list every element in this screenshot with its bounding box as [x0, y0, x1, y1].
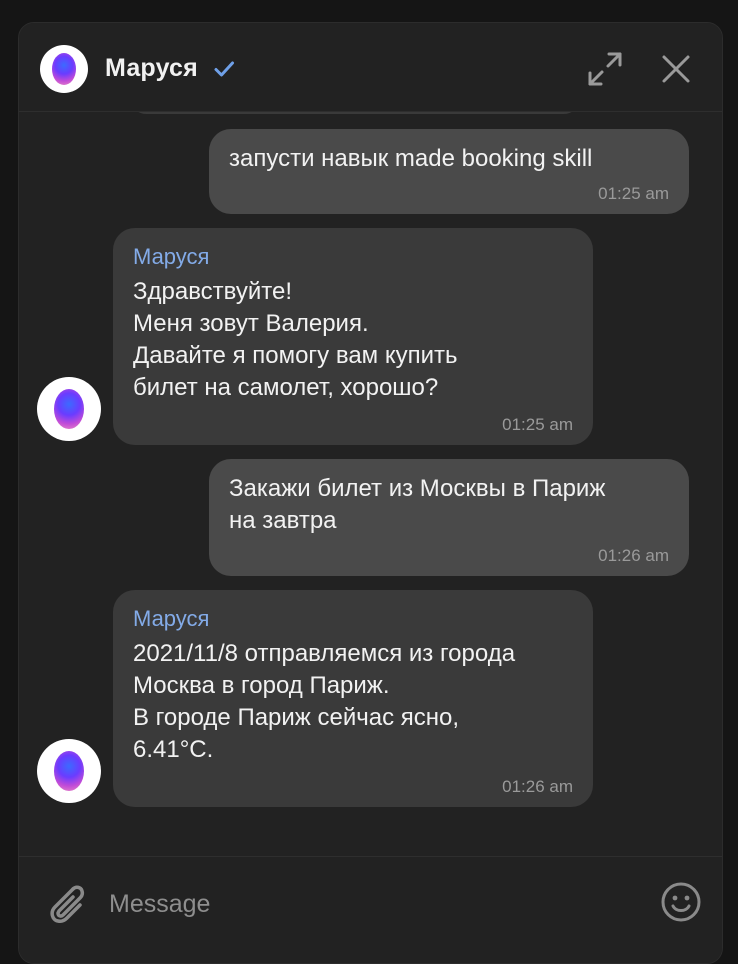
message-time: 01:26 am — [502, 777, 573, 796]
outgoing-message[interactable]: Закажи билет из Москвы в Париж на завтра… — [209, 459, 689, 576]
message-text: 6.41°C. — [133, 736, 214, 763]
message-text: 2021/11/8 отправляемся из города — [133, 640, 516, 667]
chat-title: Маруся — [105, 54, 198, 82]
sender-name: Маруся — [133, 244, 210, 269]
message-time: 01:26 am — [598, 546, 669, 565]
message-text: В городе Париж сейчас ясно, — [133, 704, 460, 731]
previous-message-edge — [131, 112, 579, 114]
close-icon[interactable] — [656, 49, 696, 89]
message-composer — [19, 856, 722, 963]
message-text: билет на самолет, хорошо? — [133, 374, 439, 401]
message-text: Меня зовут Валерия. — [133, 310, 369, 337]
check-icon — [214, 61, 234, 77]
message-text: Закажи билет из Москвы в Париж — [229, 475, 606, 502]
message-text: на завтра — [229, 507, 337, 534]
message-text: Здравствуйте! — [133, 278, 293, 305]
chat-header: Маруся — [19, 23, 722, 112]
avatar[interactable] — [37, 739, 101, 803]
message-input[interactable] — [107, 885, 631, 923]
message-time: 01:25 am — [502, 415, 573, 434]
sender-name: Маруся — [133, 606, 210, 631]
message-list[interactable]: запусти навык made booking skill 01:25 a… — [19, 112, 722, 856]
message-text: Москва в город Париж. — [133, 672, 390, 699]
marusya-logo — [54, 389, 84, 429]
marusya-logo — [52, 53, 76, 85]
incoming-message[interactable]: Маруся Здравствуйте! Меня зовут Валерия.… — [113, 228, 593, 445]
incoming-message[interactable]: Маруся 2021/11/8 отправляемся из города … — [113, 590, 593, 807]
smiley-icon[interactable] — [660, 881, 702, 923]
marusya-logo — [54, 751, 84, 791]
avatar[interactable] — [37, 377, 101, 441]
message-text: Давайте я помогу вам купить — [133, 342, 458, 369]
message-text: запусти навык made booking skill — [229, 145, 593, 172]
chat-window: Маруся запусти навык made booking skill … — [18, 22, 723, 964]
outgoing-message[interactable]: запусти навык made booking skill 01:25 a… — [209, 129, 689, 214]
expand-icon[interactable] — [585, 49, 625, 89]
message-time: 01:25 am — [598, 184, 669, 203]
paperclip-icon[interactable] — [43, 879, 87, 927]
avatar[interactable] — [40, 45, 88, 93]
